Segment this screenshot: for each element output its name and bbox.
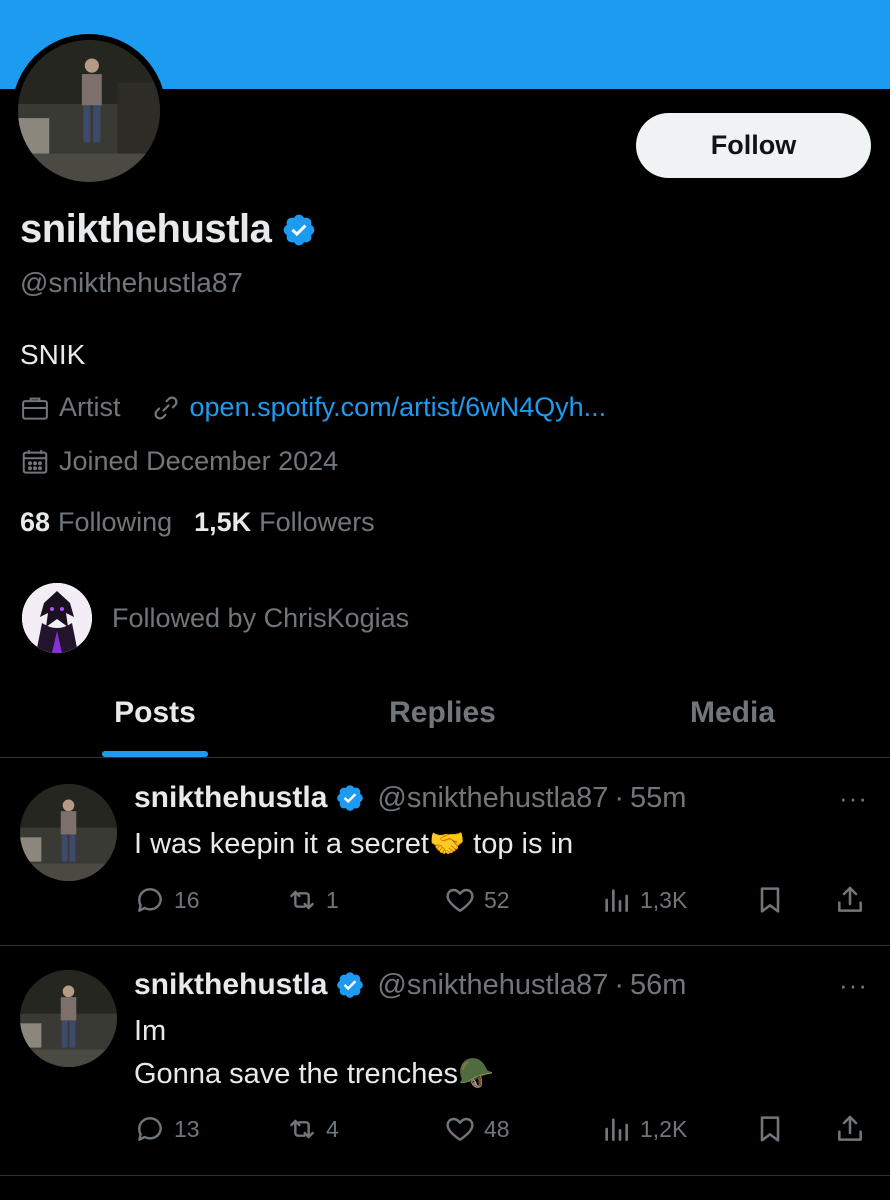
post-author-name[interactable]: snikthehustla xyxy=(134,781,327,815)
post-text: Im Gonna save the trenches🪖 xyxy=(134,1015,495,1090)
heart-icon xyxy=(446,1117,474,1141)
post-timestamp[interactable]: 55m xyxy=(630,782,686,815)
profile-bio: SNIK xyxy=(20,339,86,370)
followers-count: 1,5K xyxy=(194,507,252,537)
like-button[interactable]: 48 xyxy=(444,1113,510,1145)
reply-count: 16 xyxy=(174,886,200,913)
analytics-icon xyxy=(605,1118,628,1141)
share-icon xyxy=(838,1115,862,1141)
verified-badge-icon xyxy=(337,972,364,998)
profile-tabs: Posts Replies Media xyxy=(0,680,890,758)
tab-media-label: Media xyxy=(689,696,776,729)
share-button[interactable] xyxy=(834,884,874,916)
post-author-handle: @snikthehustla87 xyxy=(377,968,609,1001)
follower-avatar xyxy=(22,583,92,653)
calendar-icon xyxy=(22,449,48,474)
profile-name-row: snikthehustla xyxy=(20,207,317,252)
reply-icon xyxy=(138,1117,162,1141)
share-button[interactable] xyxy=(834,1113,874,1145)
link-icon xyxy=(153,395,178,420)
repost-button[interactable]: 4 xyxy=(286,1113,339,1145)
verified-badge-icon[interactable] xyxy=(281,212,317,248)
post-avatar[interactable] xyxy=(20,970,117,1067)
followers-link[interactable]: 1,5K Followers xyxy=(194,507,375,538)
reply-button[interactable]: 13 xyxy=(134,1113,200,1145)
profile-website-link[interactable]: open.spotify.com/artist/6wN4Qyh... xyxy=(190,392,607,423)
tab-posts[interactable]: Posts xyxy=(0,680,310,757)
repost-button[interactable]: 1 xyxy=(286,884,339,916)
reply-button[interactable]: 16 xyxy=(134,884,200,916)
following-label: Following xyxy=(58,507,173,537)
following-link[interactable]: 68 Following xyxy=(20,507,172,538)
views-button[interactable]: 1,2K xyxy=(600,1113,687,1145)
post-author-handle: @snikthehustla87 xyxy=(377,781,609,814)
views-button[interactable]: 1,3K xyxy=(600,884,687,916)
like-count: 48 xyxy=(484,1115,510,1142)
following-count: 68 xyxy=(20,507,51,537)
bookmark-icon xyxy=(760,887,780,913)
profile-meta-row: Artist open.spotify.com/artist/6wN4Qyh..… xyxy=(20,392,606,423)
repost-icon xyxy=(290,1119,314,1139)
separator-dot: · xyxy=(614,968,625,1001)
view-count: 1,2K xyxy=(640,1115,688,1142)
post-header: snikthehustla @snikthehustla87 · 56m xyxy=(134,968,686,1002)
post-timestamp[interactable]: 56m xyxy=(630,969,686,1002)
post[interactable]: snikthehustla @snikthehustla87 · 55m ···… xyxy=(0,759,890,946)
tab-replies-label: Replies xyxy=(389,696,496,729)
bookmark-icon xyxy=(760,1116,780,1142)
reply-count: 13 xyxy=(174,1115,200,1142)
more-options-icon[interactable]: ··· xyxy=(839,970,868,1001)
reply-icon xyxy=(138,888,162,912)
profile-handle: @snikthehustla87 xyxy=(20,267,244,298)
tab-posts-label: Posts xyxy=(114,696,196,729)
post-avatar[interactable] xyxy=(20,784,117,881)
repost-count: 1 xyxy=(326,886,339,913)
heart-icon xyxy=(446,888,474,912)
profile-joined-row: Joined December 2024 xyxy=(20,446,338,477)
profile-joined-date: Joined December 2024 xyxy=(59,446,339,476)
briefcase-icon xyxy=(22,397,48,420)
profile-category: Artist xyxy=(59,392,121,422)
post-text: I was keepin it a secret🤝 top is in xyxy=(134,828,574,860)
separator-dot: · xyxy=(614,781,625,814)
verified-badge-icon xyxy=(337,785,364,811)
view-count: 1,3K xyxy=(640,886,688,913)
tab-replies[interactable]: Replies xyxy=(310,680,575,757)
repost-count: 4 xyxy=(326,1115,339,1142)
followers-label: Followers xyxy=(259,507,375,537)
profile-stats: 68 Following 1,5K Followers xyxy=(20,507,397,538)
bookmark-button[interactable] xyxy=(754,1113,794,1145)
repost-icon xyxy=(290,890,314,910)
share-icon xyxy=(838,886,862,912)
follow-button[interactable]: Follow xyxy=(636,113,871,178)
followed-by-text: Followed by ChrisKogias xyxy=(112,602,410,633)
post[interactable]: snikthehustla @snikthehustla87 · 56m ···… xyxy=(0,946,890,1176)
analytics-icon xyxy=(605,889,628,912)
followed-by-row[interactable]: Followed by ChrisKogias xyxy=(22,583,409,653)
display-name: snikthehustla xyxy=(20,207,272,251)
bookmark-button[interactable] xyxy=(754,884,794,916)
more-options-icon[interactable]: ··· xyxy=(839,783,868,814)
active-tab-indicator xyxy=(102,751,208,757)
post-actions: 13 4 48 1,2K xyxy=(134,1112,870,1146)
post-header: snikthehustla @snikthehustla87 · 55m xyxy=(134,781,686,815)
post-actions: 16 1 52 1,3K xyxy=(134,883,870,917)
tab-media[interactable]: Media xyxy=(575,680,890,757)
post-author-name[interactable]: snikthehustla xyxy=(134,968,327,1002)
like-count: 52 xyxy=(484,886,510,913)
profile-avatar[interactable] xyxy=(12,34,166,188)
like-button[interactable]: 52 xyxy=(444,884,510,916)
